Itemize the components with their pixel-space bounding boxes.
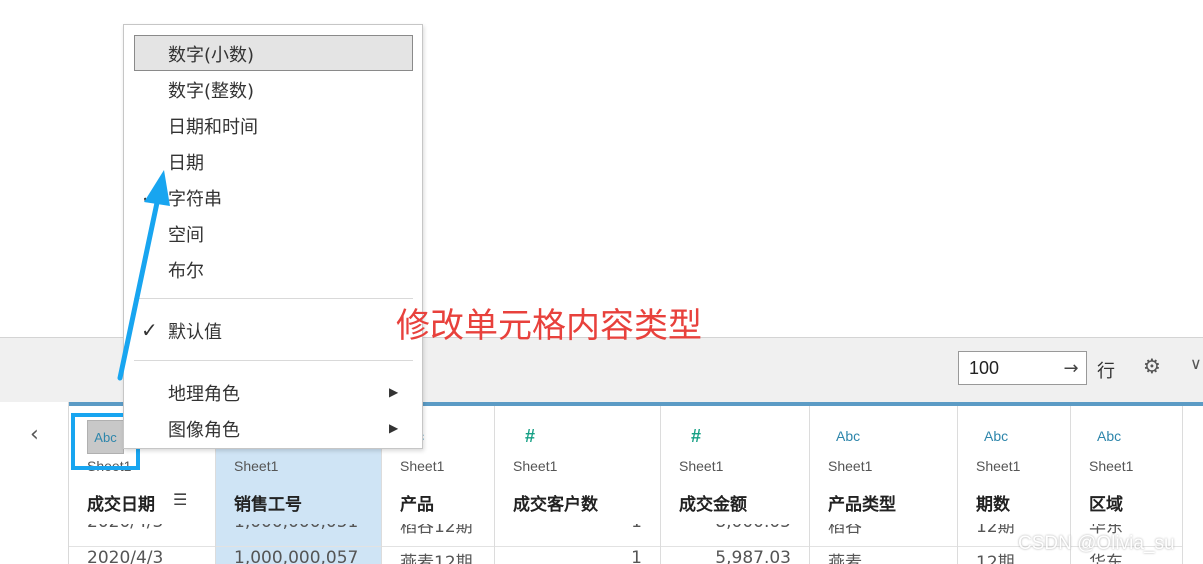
column-source: Sheet1 (976, 458, 1021, 474)
menu-item-date[interactable]: 日期 (168, 149, 204, 175)
column-name[interactable]: 期数 (976, 490, 1010, 515)
chevron-down-icon[interactable]: ∨ (1190, 354, 1202, 373)
menu-item-decimal[interactable]: 数字(小数) (168, 41, 254, 67)
rows-count-input[interactable]: 100 → (958, 351, 1087, 385)
table-cell: 燕麦12期 (400, 553, 473, 564)
annotation-text: 修改单元格内容类型 (396, 306, 702, 346)
column-name[interactable]: 产品 (400, 490, 434, 515)
type-number-icon[interactable]: # (525, 426, 535, 447)
column-header-3[interactable]: # Sheet1 成交客户数 1 1 (495, 406, 661, 564)
rows-clip: 稻谷12期 燕麦12期 (382, 524, 494, 564)
column-source: Sheet1 (234, 458, 279, 474)
column-header-4[interactable]: # Sheet1 成交金额 8,000.05 5,987.03 (661, 406, 810, 564)
table-cell: 1 (631, 524, 642, 532)
column-name[interactable]: 成交金额 (679, 490, 747, 515)
type-abc-icon[interactable]: Abc (984, 428, 1008, 444)
table-cell: 稻谷12期 (400, 524, 473, 537)
rows-label: 行 (1097, 361, 1115, 382)
gear-icon[interactable]: ⚙ (1143, 354, 1161, 378)
column-source: Sheet1 (513, 458, 558, 474)
table-cell: 燕麦 (828, 553, 862, 564)
column-source: Sheet1 (679, 458, 724, 474)
menu-item-image-role[interactable]: 图像角色 (168, 416, 240, 442)
table-cell: 1 (631, 548, 642, 564)
table-cell: 1,000,000,057 (234, 548, 359, 564)
sort-icon[interactable]: ☰ (173, 490, 187, 509)
table-cell: 12期 (976, 524, 1015, 537)
triangle-right-icon: ▶ (389, 385, 399, 399)
table-cell: 5,987.03 (715, 548, 791, 564)
table-cell: 2020/4/3 (87, 548, 164, 564)
menu-item-datetime[interactable]: 日期和时间 (168, 113, 258, 139)
column-name[interactable]: 区域 (1089, 490, 1123, 515)
watermark: CSDN @Olivia_su (1018, 533, 1175, 554)
left-pane: ‹ (0, 402, 68, 564)
row-divider (810, 546, 957, 547)
rows-count-value[interactable]: 100 (959, 358, 1056, 379)
menu-divider (134, 298, 413, 299)
column-header-5[interactable]: Abc Sheet1 产品类型 稻谷 燕麦 (810, 406, 958, 564)
table-cell: 2020/4/3 (87, 524, 163, 532)
column-header-partial (1183, 406, 1203, 564)
row-divider (382, 546, 494, 547)
rows-clip: 稻谷 燕麦 (810, 524, 957, 564)
menu-item-boolean[interactable]: 布尔 (168, 257, 204, 283)
menu-item-spatial[interactable]: 空间 (168, 221, 204, 247)
row-divider (495, 546, 660, 547)
menu-divider (134, 360, 413, 361)
rows-clip: 1 1 (495, 524, 660, 564)
column-name[interactable]: 成交日期 (87, 490, 155, 515)
rows-clip: 2020/4/3 2020/4/3 (69, 524, 215, 564)
table-cell: 1,000,000,051 (234, 524, 358, 532)
rows-clip: 1,000,000,051 1,000,000,057 (216, 524, 381, 564)
table-cell: 8,000.05 (715, 524, 791, 532)
column-name[interactable]: 产品类型 (828, 490, 896, 515)
row-divider (661, 546, 809, 547)
check-icon: ✓ (141, 318, 158, 342)
check-icon: ✓ (141, 185, 158, 209)
column-source: Sheet1 (1089, 458, 1134, 474)
column-source: Sheet1 (400, 458, 445, 474)
type-abc-icon[interactable]: Abc (836, 428, 860, 444)
table-cell: 稻谷 (828, 524, 862, 537)
column-source: Sheet1 (828, 458, 873, 474)
type-abc-icon[interactable]: Abc (1097, 428, 1121, 444)
column-name[interactable]: 成交客户数 (513, 490, 598, 515)
chevron-left-icon[interactable]: ‹ (30, 422, 39, 447)
apply-arrow-icon[interactable]: → (1056, 358, 1086, 379)
menu-item-integer[interactable]: 数字(整数) (168, 77, 254, 103)
menu-item-default[interactable]: 默认值 (168, 318, 222, 344)
row-divider (216, 546, 381, 547)
rows-clip: 8,000.05 5,987.03 (661, 524, 809, 564)
type-number-icon[interactable]: # (691, 426, 701, 447)
data-type-menu: 数字(小数) 数字(整数) 日期和时间 日期 ✓ 字符串 空间 布尔 ✓ 默认值… (123, 24, 423, 449)
row-divider (69, 546, 215, 547)
menu-item-string[interactable]: 字符串 (168, 185, 222, 211)
column-name[interactable]: 销售工号 (234, 490, 302, 515)
menu-item-geo-role[interactable]: 地理角色 (168, 380, 240, 406)
table-cell: 12期 (976, 553, 1015, 564)
triangle-right-icon: ▶ (389, 421, 399, 435)
